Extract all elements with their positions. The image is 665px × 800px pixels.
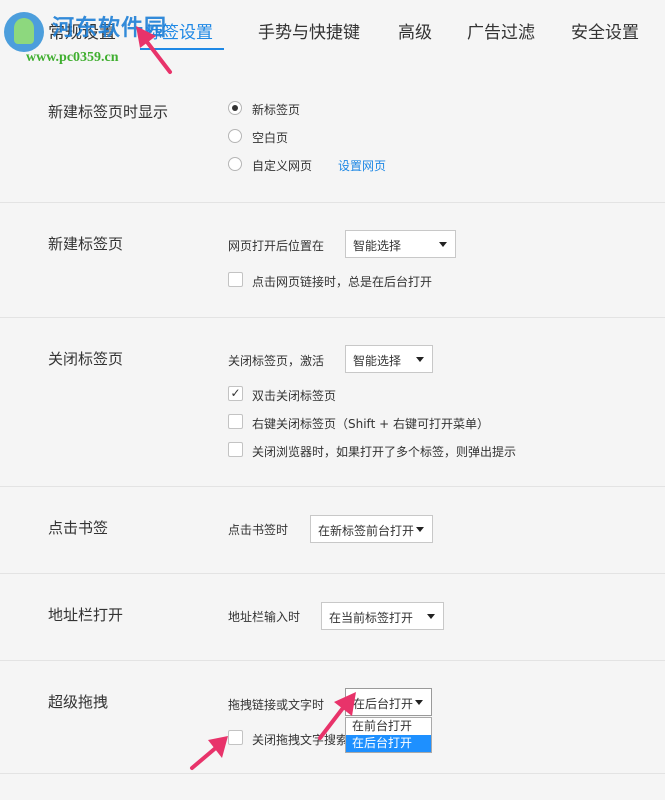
radio-label: 新标签页 — [252, 103, 301, 117]
section-super-drag: 超级拖拽 拖拽链接或文字时 在后台打开 关闭拖拽文字搜索 — [0, 661, 665, 774]
activate-select[interactable]: 智能选择 — [345, 345, 433, 373]
super-drag-label: 拖拽链接或文字时 — [228, 698, 325, 712]
chevron-down-icon — [427, 614, 435, 619]
address-bar-select[interactable]: 在当前标签打开 — [321, 602, 444, 630]
checkbox-label: 关闭浏览器时，如果打开了多个标签，则弹出提示 — [252, 445, 517, 459]
settings-tab-bar: 常规设置 标签设置 手势与快捷键 高级 广告过滤 安全设置 — [0, 0, 665, 60]
chevron-down-icon — [439, 242, 447, 247]
position-label: 网页打开后位置在 — [228, 239, 325, 253]
section-bookmark-click: 点击书签 点击书签时 在新标签前台打开 — [0, 487, 665, 574]
tab-gestures-shortcuts[interactable]: 手势与快捷键 — [258, 18, 360, 43]
checkbox-label: 双击关闭标签页 — [252, 389, 337, 403]
section-title: 关闭标签页 — [48, 350, 124, 368]
tab-ad-filter[interactable]: 广告过滤 — [467, 18, 535, 43]
tab-security-settings[interactable]: 安全设置 — [571, 18, 639, 43]
section-new-tab: 新建标签页 网页打开后位置在 智能选择 点击网页链接时，总是在后台打开 — [0, 203, 665, 318]
chevron-down-icon — [416, 357, 424, 362]
section-title: 新建标签页时显示 — [48, 103, 169, 121]
position-select[interactable]: 智能选择 — [345, 230, 456, 258]
section-title: 超级拖拽 — [48, 693, 109, 711]
select-value: 智能选择 — [353, 239, 402, 253]
section-new-tab-display: 新建标签页时显示 新标签页 空白页 自定义网页 设置网页 — [0, 84, 665, 203]
radio-label: 空白页 — [252, 131, 289, 145]
section-title: 新建标签页 — [48, 235, 124, 253]
active-tab-underline — [140, 48, 224, 50]
select-value: 智能选择 — [353, 354, 402, 368]
radio-new-tab-page[interactable] — [228, 101, 242, 115]
radio-label: 自定义网页 — [252, 159, 313, 173]
close-warning-checkbox[interactable] — [228, 442, 243, 457]
activate-label: 关闭标签页，激活 — [228, 354, 325, 368]
radio-blank-page[interactable] — [228, 129, 242, 143]
right-click-close-checkbox[interactable] — [228, 414, 243, 429]
tab-tab-settings[interactable]: 标签设置 — [145, 18, 213, 43]
chevron-down-icon — [415, 700, 423, 705]
double-click-close-checkbox[interactable]: ✓ — [228, 386, 243, 401]
dropdown-option-foreground[interactable]: 在前台打开 — [346, 718, 431, 735]
select-value: 在后台打开 — [353, 697, 414, 711]
select-value: 在当前标签打开 — [329, 611, 414, 625]
checkbox-label: 点击网页链接时，总是在后台打开 — [252, 275, 433, 289]
disable-drag-search-checkbox[interactable] — [228, 730, 243, 745]
checkbox-label: 关闭拖拽文字搜索 — [252, 733, 349, 747]
super-drag-select[interactable]: 在后台打开 — [345, 688, 432, 716]
section-close-tab: 关闭标签页 关闭标签页，激活 智能选择 ✓ 双击关闭标签页 右键关闭标签页（Sh… — [0, 318, 665, 487]
address-bar-label: 地址栏输入时 — [228, 610, 301, 624]
tab-general-settings[interactable]: 常规设置 — [48, 18, 116, 43]
select-value: 在新标签前台打开 — [318, 524, 415, 538]
bookmark-click-label: 点击书签时 — [228, 523, 289, 537]
checkbox-label: 右键关闭标签页（Shift + 右键可打开菜单） — [252, 417, 489, 431]
tab-advanced[interactable]: 高级 — [398, 18, 432, 43]
set-webpage-link[interactable]: 设置网页 — [338, 157, 386, 174]
chevron-down-icon — [416, 527, 424, 532]
radio-custom-page[interactable] — [228, 157, 242, 171]
dropdown-option-background[interactable]: 在后台打开 — [346, 735, 431, 752]
background-open-checkbox[interactable] — [228, 272, 243, 287]
section-title: 地址栏打开 — [48, 606, 124, 624]
section-title: 点击书签 — [48, 519, 109, 537]
super-drag-dropdown-list: 在前台打开 在后台打开 — [345, 717, 432, 753]
section-address-bar: 地址栏打开 地址栏输入时 在当前标签打开 — [0, 574, 665, 661]
bookmark-click-select[interactable]: 在新标签前台打开 — [310, 515, 433, 543]
